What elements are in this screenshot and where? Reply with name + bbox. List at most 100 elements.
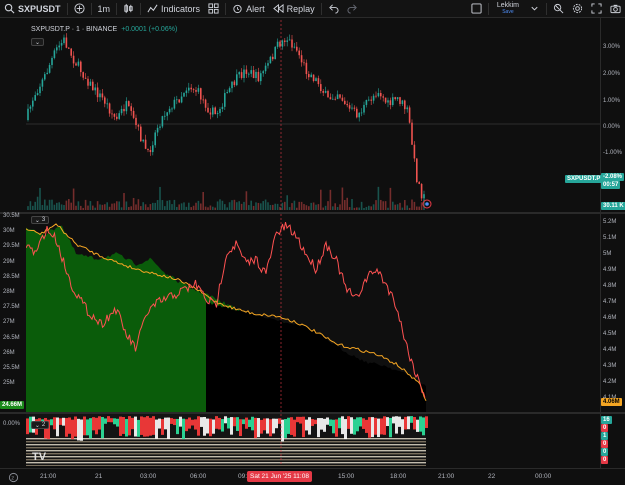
heatmap-cell (203, 416, 206, 436)
volume-bar (375, 200, 377, 210)
heatmap-cell (257, 418, 260, 438)
volume-bar (358, 207, 360, 210)
layout-select-button[interactable] (467, 0, 486, 18)
heatmap-stripe (26, 462, 426, 464)
left-axis[interactable] (0, 214, 26, 468)
time-axis-tick-label: 21:00 (438, 473, 455, 480)
heatmap-cell (302, 416, 305, 438)
volume-bar (324, 205, 327, 210)
snapshot-button[interactable] (606, 0, 625, 18)
quick-search-button[interactable] (549, 0, 568, 18)
pane3-legend-toggle[interactable]: ⌄ 3 (31, 216, 49, 224)
candle-body (284, 40, 286, 42)
time-axis[interactable]: 00:00 22 21:00 18:00 15:00 09: 06:00 03:00 21 21:… (0, 468, 625, 485)
candle-body (96, 87, 99, 98)
heatmap-cell (386, 417, 389, 427)
heatmap-cell (296, 416, 299, 423)
volume-bar (212, 206, 214, 210)
indicator-chart[interactable] (26, 214, 600, 412)
price-pane[interactable] (26, 20, 600, 212)
heatmap-cell (146, 416, 149, 437)
candle-body (250, 70, 252, 74)
tradingview-logo[interactable]: TV (32, 451, 46, 463)
volume-bar (308, 206, 310, 210)
indicators-button[interactable]: Indicators (143, 0, 204, 18)
candle-body (128, 101, 130, 107)
candlestick-chart[interactable] (26, 20, 600, 212)
separator (66, 2, 68, 15)
fullscreen-button[interactable] (587, 0, 606, 18)
heatmap-cell (332, 419, 335, 434)
candle-body (183, 92, 185, 97)
volume-pill: 30.11 K (601, 202, 625, 210)
camera-icon (610, 3, 621, 14)
layout-menu-button[interactable] (525, 0, 544, 18)
replay-label: Replay (286, 3, 315, 14)
volume-bar (224, 204, 226, 210)
candle-body (142, 139, 144, 142)
candle-body (32, 100, 34, 107)
replay-button[interactable]: Replay (269, 0, 319, 18)
templates-button[interactable] (204, 0, 223, 18)
volume-bar (238, 201, 240, 210)
volume-bar (56, 202, 58, 210)
time-axis-tick-label: 22 (488, 473, 496, 480)
heatmap-cell (59, 418, 62, 425)
volume-bar (240, 203, 243, 210)
candle-body (396, 97, 399, 100)
candle-body (29, 106, 32, 109)
heatmap-cell (110, 418, 113, 423)
settings-button[interactable] (568, 0, 587, 18)
legend-collapse-button[interactable]: ⌄ (31, 38, 44, 46)
layout-name: Lekkim (496, 1, 519, 9)
volume-bar (255, 202, 257, 210)
volume-bar (204, 206, 207, 210)
alert-button[interactable]: Alert (228, 0, 269, 18)
heatmap-cell (248, 419, 251, 427)
candle-body (260, 73, 262, 82)
candle-body (276, 41, 279, 47)
undo-button[interactable] (324, 0, 343, 18)
timezone-icon[interactable]: z (8, 472, 19, 483)
candle-body (144, 139, 147, 149)
add-symbol-button[interactable] (70, 0, 89, 18)
volume-bar (118, 201, 120, 210)
layout-name-button[interactable]: Lekkim Save (491, 0, 525, 18)
volume-bar (130, 206, 132, 210)
candle-body (399, 97, 401, 105)
y-axis-tick-label: 0.00% (603, 124, 621, 130)
heatmap-cell (53, 417, 56, 430)
volume-bar (94, 207, 96, 210)
left-axis-tick-label: 29.5M (3, 243, 20, 250)
pane2-legend-toggle[interactable]: ⌄ 2 (31, 421, 49, 429)
indicator-pane-3[interactable] (26, 214, 600, 412)
volume-bar (392, 201, 394, 210)
symbol-search[interactable]: SXPUSDT (0, 0, 65, 18)
candle-body (176, 99, 178, 101)
heatmap-cell (239, 419, 242, 437)
heatmap-cell (197, 416, 200, 436)
candle-body (192, 89, 195, 91)
candle-body (214, 107, 216, 115)
candle-body (293, 46, 296, 48)
heatmap-cell (164, 417, 167, 430)
chart-type-button[interactable] (119, 0, 138, 18)
heatmap-indicator[interactable] (26, 414, 600, 466)
redo-button[interactable] (343, 0, 362, 18)
candle-body (130, 106, 132, 111)
indicator-pane-2[interactable] (26, 414, 600, 466)
candle-body (375, 95, 377, 97)
heatmap-cell (281, 419, 284, 442)
heatmap-cell (71, 419, 74, 440)
candle-body (408, 107, 411, 123)
candle-body (27, 108, 29, 120)
heatmap-cell (56, 417, 59, 437)
volume-bar (236, 202, 238, 210)
volume-bar (58, 202, 60, 210)
indicator-value-pill: 0 (601, 448, 609, 456)
candle-body (197, 88, 200, 92)
heatmap-stripe (26, 444, 426, 446)
volume-bar (63, 205, 65, 210)
heatmap-cell (230, 417, 233, 435)
interval-button[interactable]: 1m (94, 0, 115, 18)
